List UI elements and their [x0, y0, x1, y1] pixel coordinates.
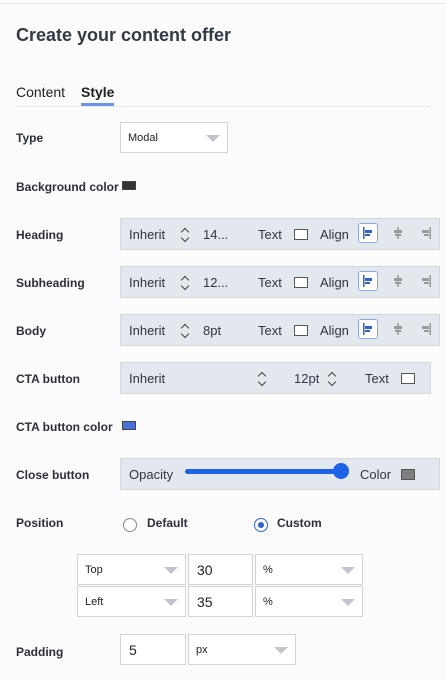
close-color-label: Color — [360, 467, 392, 482]
opacity-slider-track[interactable] — [185, 469, 343, 474]
padding-unit-value: px — [196, 643, 208, 656]
type-select-value: Modal — [128, 131, 158, 144]
heading-controls: Inherit 14... Text Align — [120, 218, 440, 250]
subheading-text-color-swatch[interactable] — [294, 277, 308, 288]
position-left-input[interactable]: 35 — [188, 586, 253, 617]
position-top-input[interactable]: 30 — [188, 554, 253, 585]
padding-label: Padding — [16, 645, 64, 659]
heading-text-label: Text — [258, 227, 282, 242]
position-custom-label: Custom — [277, 516, 322, 530]
tab-style[interactable]: Style — [81, 84, 115, 106]
subheading-font-select[interactable]: Inherit — [129, 275, 165, 290]
position-side-value: Left — [85, 595, 104, 608]
heading-font-stepper-icon[interactable] — [181, 226, 190, 244]
subheading-align-label: Align — [320, 275, 349, 290]
align-left-icon[interactable] — [358, 223, 378, 243]
heading-size-select[interactable]: 14... — [203, 227, 228, 242]
cta-button-controls: Inherit 12pt Text — [120, 362, 431, 394]
position-unit-select-top[interactable]: % — [255, 554, 363, 585]
position-unit-value: % — [263, 563, 273, 576]
body-text-color-swatch[interactable] — [294, 325, 308, 336]
padding-input[interactable]: 5 — [120, 634, 186, 665]
position-unit-select-left[interactable]: % — [255, 586, 363, 617]
align-center-icon[interactable] — [388, 223, 408, 243]
position-default-radio[interactable] — [123, 518, 137, 532]
heading-label: Heading — [16, 228, 64, 242]
subheading-text-label: Text — [258, 275, 282, 290]
body-text-label: Text — [258, 323, 282, 338]
position-custom-radio[interactable] — [254, 518, 268, 532]
subheading-controls: Inherit 12... Text Align — [120, 266, 440, 298]
cta-font-stepper-icon[interactable] — [258, 370, 267, 388]
background-color-swatch[interactable] — [122, 181, 136, 190]
type-select[interactable]: Modal — [120, 122, 228, 153]
align-left-icon[interactable] — [358, 319, 378, 339]
position-unit-value: % — [263, 595, 273, 608]
opacity-label: Opacity — [129, 467, 174, 482]
align-right-icon[interactable] — [416, 319, 436, 339]
cta-font-select[interactable]: Inherit — [129, 371, 165, 386]
cta-button-label: CTA button — [16, 372, 80, 386]
align-right-icon[interactable] — [416, 223, 436, 243]
subheading-font-stepper-icon[interactable] — [181, 274, 190, 292]
chevron-down-icon — [164, 566, 178, 574]
position-side-value: Top — [85, 563, 103, 576]
align-center-icon[interactable] — [388, 319, 408, 339]
chevron-down-icon — [206, 134, 220, 142]
body-controls: Inherit 8pt Text Align — [120, 314, 440, 346]
position-side-select-top[interactable]: Top — [77, 554, 186, 585]
style-panel: Create your content offer Content Style … — [0, 0, 446, 681]
cta-text-color-swatch[interactable] — [401, 373, 415, 384]
chevron-down-icon — [164, 598, 178, 606]
body-align-label: Align — [320, 323, 349, 338]
type-label: Type — [16, 131, 44, 145]
chevron-down-icon — [341, 566, 355, 574]
chevron-down-icon — [341, 598, 355, 606]
body-font-select[interactable]: Inherit — [129, 323, 165, 338]
close-button-label: Close button — [16, 468, 90, 482]
cta-text-label: Text — [365, 371, 389, 386]
opacity-slider-thumb[interactable] — [333, 463, 349, 479]
cta-button-color-swatch[interactable] — [122, 421, 136, 430]
subheading-size-select[interactable]: 12... — [203, 275, 228, 290]
tab-content[interactable]: Content — [16, 84, 65, 100]
page-title: Create your content offer — [16, 25, 232, 45]
body-size-select[interactable]: 8pt — [203, 323, 221, 338]
cta-button-color-label: CTA button color — [16, 420, 113, 434]
padding-unit-select[interactable]: px — [188, 634, 296, 665]
position-side-select-left[interactable]: Left — [77, 586, 186, 617]
heading-align-label: Align — [320, 227, 349, 242]
body-label: Body — [16, 324, 46, 338]
close-button-controls: Opacity Color — [120, 458, 440, 490]
subheading-label: Subheading — [16, 276, 85, 290]
align-left-icon[interactable] — [358, 271, 378, 291]
heading-font-select[interactable]: Inherit — [129, 227, 165, 242]
align-right-icon[interactable] — [416, 271, 436, 291]
cta-size-stepper-icon[interactable] — [328, 370, 337, 388]
tab-divider — [16, 106, 430, 107]
body-font-stepper-icon[interactable] — [181, 322, 190, 340]
cta-size-select[interactable]: 12pt — [294, 371, 319, 386]
position-default-label: Default — [147, 516, 188, 530]
heading-text-color-swatch[interactable] — [294, 229, 308, 240]
position-label: Position — [16, 516, 64, 530]
chevron-down-icon — [274, 646, 288, 654]
top-divider — [0, 0, 446, 4]
align-center-icon[interactable] — [388, 271, 408, 291]
close-button-color-swatch[interactable] — [401, 469, 415, 480]
background-color-label: Background color — [16, 180, 119, 194]
